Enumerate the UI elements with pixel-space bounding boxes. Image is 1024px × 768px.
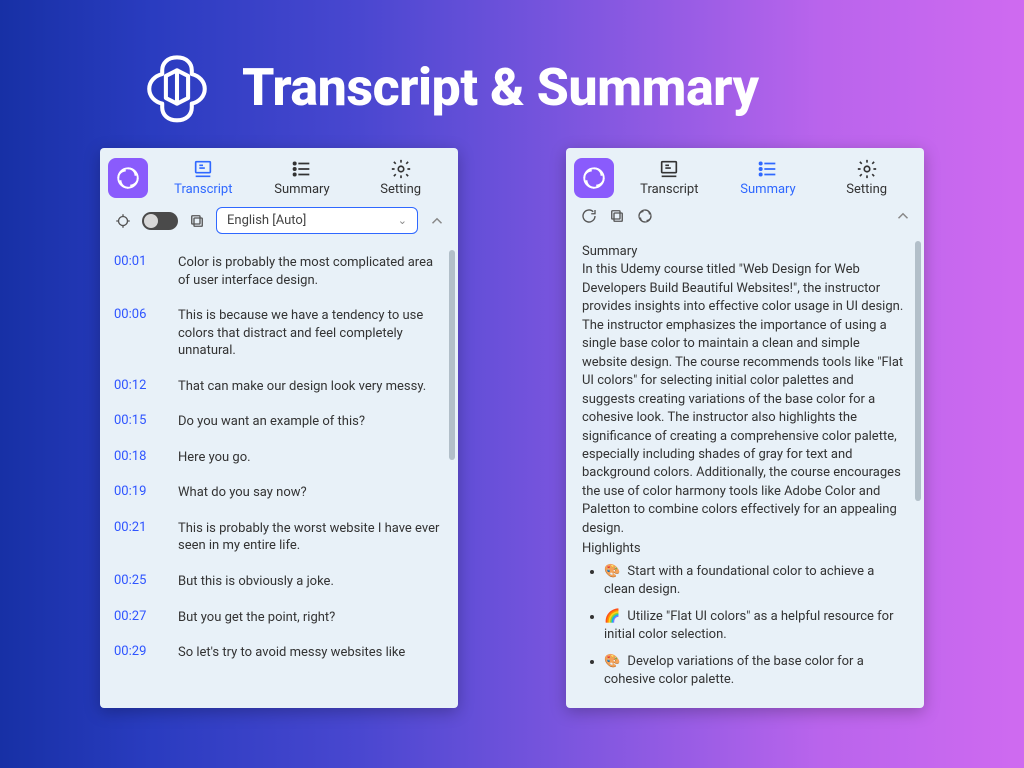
highlight-item: 🎨 Start with a foundational color to ach… — [604, 563, 904, 600]
collapse-icon[interactable] — [894, 207, 912, 225]
transcript-toolbar: English [Auto] ⌄ — [100, 201, 458, 242]
highlight-emoji: 🌈 — [604, 609, 620, 624]
language-select-value: English [Auto] — [227, 213, 306, 228]
language-select[interactable]: English [Auto] ⌄ — [216, 207, 418, 234]
tab-summary-label: Summary — [274, 182, 329, 197]
timestamp[interactable]: 00:12 — [114, 378, 158, 396]
tab-bar: Transcript Summary Setting — [100, 148, 458, 201]
transcript-text: So let's try to avoid messy websites lik… — [178, 644, 405, 662]
transcript-row: 00:01 Color is probably the most complica… — [114, 246, 440, 299]
hero: Transcript & Summary — [0, 0, 1024, 148]
transcript-content: 00:01 Color is probably the most complica… — [100, 242, 458, 708]
transcript-row: 00:18 Here you go. — [114, 441, 440, 477]
tab-transcript[interactable]: Transcript — [154, 156, 253, 199]
tab-summary[interactable]: Summary — [253, 156, 352, 199]
timestamp[interactable]: 00:27 — [114, 609, 158, 627]
tab-transcript-label: Transcript — [640, 182, 698, 197]
hero-title: Transcript & Summary — [242, 57, 759, 118]
transcript-text: But you get the point, right? — [178, 609, 335, 627]
collapse-icon[interactable] — [428, 212, 446, 230]
transcript-text: This is because we have a tendency to us… — [178, 307, 440, 360]
transcript-text: Here you go. — [178, 449, 251, 467]
transcript-row: 00:12 That can make our design look very … — [114, 370, 440, 406]
copy-icon[interactable] — [608, 207, 626, 225]
scrollbar[interactable] — [449, 250, 455, 460]
transcript-list: 00:01 Color is probably the most complica… — [100, 246, 458, 672]
summary-text: In this Udemy course titled "Web Design … — [582, 261, 904, 538]
autoscroll-toggle[interactable] — [142, 212, 178, 230]
transcript-row: 00:21 This is probably the worst website … — [114, 512, 440, 565]
scrollbar[interactable] — [915, 241, 921, 501]
timestamp[interactable]: 00:21 — [114, 520, 158, 555]
tab-bar: Transcript Summary Setting — [566, 148, 924, 201]
transcript-text: What do you say now? — [178, 484, 307, 502]
brand-badge — [108, 158, 148, 198]
ai-icon[interactable] — [636, 207, 654, 225]
app-logo-icon — [140, 50, 214, 124]
copy-icon[interactable] — [188, 212, 206, 230]
timestamp[interactable]: 00:15 — [114, 413, 158, 431]
timestamp[interactable]: 00:19 — [114, 484, 158, 502]
summary-content: Summary In this Udemy course titled "Web… — [566, 233, 924, 708]
tab-transcript[interactable]: Transcript — [620, 156, 719, 199]
highlight-item: 🌈 Utilize "Flat UI colors" as a helpful … — [604, 608, 904, 645]
transcript-text: But this is obviously a joke. — [178, 573, 334, 591]
transcript-text: Color is probably the most complicated a… — [178, 254, 440, 289]
highlights-heading: Highlights — [582, 540, 904, 558]
transcript-panel: Transcript Summary Setting English [Auto… — [100, 148, 458, 708]
timestamp[interactable]: 00:29 — [114, 644, 158, 662]
transcript-row: 00:15 Do you want an example of this? — [114, 405, 440, 441]
highlight-item: 🎨 Develop variations of the base color f… — [604, 653, 904, 690]
tab-transcript-label: Transcript — [174, 182, 232, 197]
tab-setting-label: Setting — [846, 182, 887, 197]
summary-body: Summary In this Udemy course titled "Web… — [566, 237, 924, 689]
transcript-row: 00:19 What do you say now? — [114, 476, 440, 512]
timestamp[interactable]: 00:01 — [114, 254, 158, 289]
transcript-row: 00:06 This is because we have a tendency … — [114, 299, 440, 370]
tab-setting-label: Setting — [380, 182, 421, 197]
brand-badge — [574, 158, 614, 198]
panels-row: Transcript Summary Setting English [Auto… — [0, 148, 1024, 708]
summary-toolbar — [566, 201, 924, 233]
tab-summary[interactable]: Summary — [719, 156, 818, 199]
highlight-emoji: 🎨 — [604, 654, 620, 669]
chevron-down-icon: ⌄ — [398, 214, 407, 227]
tab-summary-label: Summary — [740, 182, 795, 197]
highlight-text: Develop variations of the base color for… — [604, 654, 864, 687]
highlight-text: Start with a foundational color to achie… — [604, 564, 874, 597]
transcript-text: This is probably the worst website I hav… — [178, 520, 440, 555]
transcript-text: Do you want an example of this? — [178, 413, 365, 431]
highlight-text: Utilize "Flat UI colors" as a helpful re… — [604, 609, 894, 642]
summary-heading: Summary — [582, 243, 904, 261]
transcript-text: That can make our design look very messy… — [178, 378, 426, 396]
transcript-row: 00:29 So let's try to avoid messy website… — [114, 636, 440, 672]
transcript-row: 00:27 But you get the point, right? — [114, 601, 440, 637]
highlights-list: 🎨 Start with a foundational color to ach… — [582, 563, 904, 690]
timestamp[interactable]: 00:06 — [114, 307, 158, 360]
locate-icon[interactable] — [114, 212, 132, 230]
tab-setting[interactable]: Setting — [351, 156, 450, 199]
tab-setting[interactable]: Setting — [817, 156, 916, 199]
summary-panel: Transcript Summary Setting — [566, 148, 924, 708]
highlight-emoji: 🎨 — [604, 564, 620, 579]
transcript-row: 00:25 But this is obviously a joke. — [114, 565, 440, 601]
timestamp[interactable]: 00:18 — [114, 449, 158, 467]
refresh-icon[interactable] — [580, 207, 598, 225]
timestamp[interactable]: 00:25 — [114, 573, 158, 591]
